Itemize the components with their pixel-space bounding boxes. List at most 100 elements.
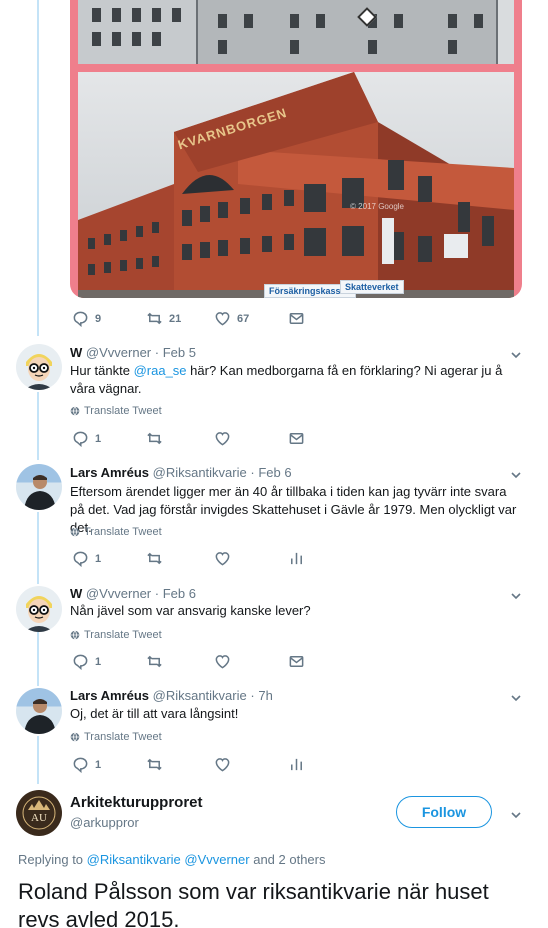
like-button[interactable] [214,756,231,773]
retweet-button[interactable] [146,756,163,773]
reply-count: 1 [95,432,102,445]
main-tweet-text: Roland Pålsson som var riksantikvarie nä… [18,879,489,928]
thread-line [37,0,39,336]
cartoon-avatar-icon [24,596,54,632]
shop-sign: Skatteverket [340,280,404,294]
tweet-header: W @Vvverner · Feb 5 [70,345,196,360]
author-handle[interactable]: @Vvverner [86,586,151,601]
author-name[interactable]: W [70,586,82,601]
like-button[interactable]: 67 [214,310,249,327]
thread-line [37,632,39,686]
avatar-initials: AU [31,812,47,824]
person-photo-icon [24,699,56,734]
reply-button[interactable]: 1 [72,550,101,567]
tweet-text: Nån jävel som var ansvarig kanske lever? [70,603,311,618]
globe-icon [70,406,80,416]
building-illustration [78,72,514,298]
author-handle[interactable]: @Riksantikvarie [153,688,247,703]
heart-icon [215,432,230,446]
analytics-button[interactable] [288,550,305,567]
reply-count: 1 [95,758,102,771]
globe-icon [70,732,80,742]
cartoon-avatar-icon [24,354,54,390]
tweet-menu-button[interactable] [510,691,522,703]
reply-count: 1 [95,655,102,668]
tweet-date[interactable]: Feb 6 [258,465,291,480]
author-name[interactable]: Lars Amréus [70,688,149,703]
reply-button[interactable]: 1 [72,653,101,670]
dm-button[interactable] [288,310,305,327]
tweet-header: W @Vvverner · Feb 6 [70,586,196,601]
tweet-menu-button[interactable] [510,348,522,360]
globe-icon [70,527,80,537]
author-handle[interactable]: @Riksantikvarie [153,465,247,480]
dm-button[interactable] [288,430,305,447]
tweet-menu-button[interactable] [510,808,522,820]
street-photo[interactable] [78,0,514,64]
avatar[interactable] [16,464,62,510]
follow-button[interactable]: Follow [396,796,492,828]
reply-mentions-link[interactable]: @Riksantikvarie @Vvverner [87,852,250,867]
building-photo[interactable]: KVARNBORGEN © 2017 Google Försäkringskas… [78,72,514,298]
reply-icon [73,551,88,567]
author-name[interactable]: Arkitekturupproret [70,794,203,811]
heart-icon [215,312,230,326]
bar-chart-icon [291,758,302,771]
reply-button[interactable]: 1 [72,430,101,447]
retweet-icon [147,432,162,445]
thread-line [37,736,39,784]
reply-icon [73,654,88,670]
translate-tweet-link[interactable]: Translate Tweet [70,405,162,417]
tweet-text: Oj, det är till att vara långsint! [70,706,239,721]
reply-icon [73,311,88,327]
avatar[interactable] [16,344,62,390]
person-photo-icon [24,475,56,510]
retweet-count: 21 [169,312,182,325]
like-button[interactable] [214,653,231,670]
reply-button[interactable]: 1 [72,756,101,773]
author-name[interactable]: Lars Amréus [70,465,149,480]
like-button[interactable] [214,430,231,447]
tweet-header: Lars Amréus @Riksantikvarie · 7h [70,688,273,703]
mail-icon [289,313,304,324]
analytics-button[interactable] [288,756,305,773]
tweet-photo-card[interactable]: KVARNBORGEN © 2017 Google Försäkringskas… [70,0,522,298]
translate-tweet-link[interactable]: Translate Tweet [70,731,162,743]
heart-icon [215,552,230,566]
author-handle[interactable]: @Vvverner [86,345,151,360]
tweet-text: Hur tänkte @raa_se här? Kan medborgarna … [70,363,503,396]
retweet-button[interactable] [146,550,163,567]
tweet-menu-button[interactable] [510,589,522,601]
mention-link[interactable]: @raa_se [134,363,187,378]
tweet-date[interactable]: Feb 6 [163,586,196,601]
author-handle[interactable]: @arkuppror [70,815,139,830]
chevron-down-icon [511,352,521,359]
chevron-down-icon [511,695,521,702]
retweet-icon [147,552,162,565]
like-count: 67 [237,312,250,325]
photo-watermark: © 2017 Google [350,202,404,211]
author-name-line: Arkitekturupproret [70,794,203,811]
retweet-button[interactable] [146,653,163,670]
tweet-date[interactable]: Feb 5 [163,345,196,360]
replying-to: Replying to @Riksantikvarie @Vvverner an… [18,852,326,867]
like-button[interactable] [214,550,231,567]
reply-button[interactable]: 9 [72,310,101,327]
reply-count: 1 [95,552,102,565]
tweet-header: Lars Amréus @Riksantikvarie · Feb 6 [70,465,292,480]
retweet-button[interactable]: 21 [146,310,181,327]
chevron-down-icon [511,472,521,479]
reply-count: 9 [95,312,102,325]
avatar[interactable] [16,586,62,632]
dm-button[interactable] [288,653,305,670]
tweet-date[interactable]: 7h [258,688,272,703]
author-name[interactable]: W [70,345,82,360]
translate-tweet-link[interactable]: Translate Tweet [70,526,162,538]
avatar[interactable]: AU [16,790,62,836]
chevron-down-icon [511,593,521,600]
avatar[interactable] [16,688,62,734]
retweet-button[interactable] [146,430,163,447]
translate-tweet-link[interactable]: Translate Tweet [70,629,162,641]
thread-line [37,512,39,584]
tweet-menu-button[interactable] [510,468,522,480]
